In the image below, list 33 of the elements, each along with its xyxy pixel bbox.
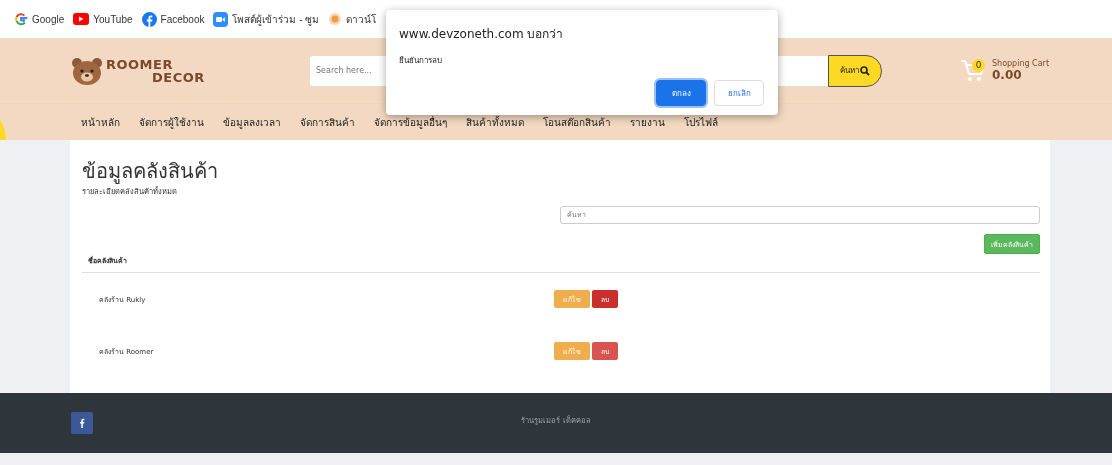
nav-link[interactable]: หน้าหลัก bbox=[81, 115, 120, 130]
nav-link[interactable]: รายงาน bbox=[630, 115, 665, 130]
video-camera-icon bbox=[213, 11, 229, 27]
google-icon bbox=[14, 12, 28, 26]
cart-count-badge: 0 bbox=[972, 58, 985, 72]
coin-icon bbox=[328, 12, 343, 26]
page-title: ข้อมูลคลังสินค้า bbox=[82, 158, 219, 184]
cart-total: 0.00 bbox=[992, 68, 1023, 82]
ok-button[interactable]: ตกลง bbox=[656, 80, 706, 106]
dialog-title: www.devzoneth.com บอกว่า bbox=[399, 26, 565, 43]
bookmark[interactable]: โพสต์ผู้เข้าร่วม - ซูม bbox=[213, 11, 320, 27]
logo-text: ROOMER DECOR bbox=[106, 57, 205, 84]
teddy-bear-logo-icon bbox=[70, 56, 104, 85]
nav-link[interactable]: จัดการผู้ใช้งาน bbox=[139, 115, 204, 130]
nav-link[interactable]: โอนสต๊อกสินค้า bbox=[543, 115, 611, 130]
cart-label: Shopping Cart bbox=[992, 59, 1050, 68]
facebook-icon[interactable] bbox=[71, 412, 93, 434]
search-icon bbox=[860, 65, 870, 76]
bookmark[interactable]: ดาวน์โ bbox=[328, 11, 377, 27]
nav-link[interactable]: จัดการสินค้า bbox=[300, 115, 355, 130]
youtube-icon bbox=[73, 13, 90, 25]
search-button[interactable]: ค้นหา bbox=[828, 54, 882, 87]
dialog-message: ยืนยันการลบ bbox=[399, 55, 443, 67]
nav-link[interactable]: จัดการข้อมูลอื่นๆ bbox=[374, 115, 447, 130]
nav-link[interactable]: สินค้าทั้งหมด bbox=[466, 115, 524, 130]
nav-link[interactable]: โปรไฟล์ bbox=[684, 115, 718, 130]
bookmark[interactable]: YouTube bbox=[73, 13, 133, 25]
bookmark[interactable]: Google bbox=[14, 12, 65, 26]
cancel-button[interactable]: ยกเลิก bbox=[714, 80, 764, 106]
facebook-icon bbox=[141, 11, 157, 27]
cart-icon bbox=[960, 57, 986, 84]
nav-link[interactable]: ข้อมูลลงเวลา bbox=[223, 115, 281, 130]
bookmark[interactable]: Facebook bbox=[141, 11, 205, 27]
